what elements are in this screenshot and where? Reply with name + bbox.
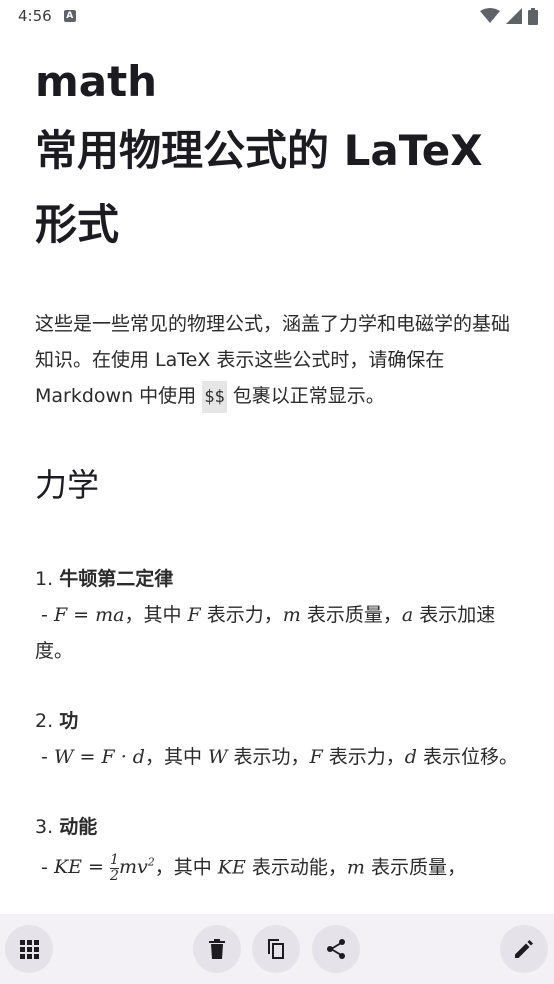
notification-a-icon: A: [63, 10, 76, 22]
copy-icon: [268, 939, 284, 959]
markdown-preview: math 常用物理公式的 LaTeX 形式 这些是一些常见的物理公式，涵盖了力学…: [35, 50, 525, 885]
formula: W = F · d: [53, 746, 145, 768]
list-item-title: 3. 动能: [35, 816, 98, 838]
inline-code: $$: [202, 381, 227, 413]
intro-paragraph: 这些是一些常见的物理公式，涵盖了力学和电磁学的基础知识。在使用 LaTeX 表示…: [35, 306, 525, 415]
section-heading-mechanics: 力学: [35, 466, 100, 504]
list-item-title: 2. 功: [35, 710, 79, 732]
list-item: 2. 功 - W = F · d，其中 W 表示功，F 表示力，d 表示位移。: [35, 703, 525, 775]
doc-heading-title: 常用物理公式的 LaTeX 形式: [35, 126, 483, 249]
wifi-icon: [480, 8, 500, 23]
bottom-action-bar: [0, 914, 554, 984]
list-item-body: - W = F · d，其中 W 表示功，F 表示力，d 表示位移。: [35, 746, 519, 768]
share-button[interactable]: [312, 925, 360, 973]
doc-heading-math: math: [35, 57, 158, 106]
edit-button[interactable]: [500, 925, 548, 973]
list-item: 3. 动能 - KE = 1 2 mv2，其中 KE 表示动能，m 表示质量，: [35, 809, 525, 885]
signal-icon: [506, 8, 522, 24]
formula: KE = 1 2 mv2: [53, 851, 155, 884]
grid-icon: [20, 940, 39, 959]
status-time: 4:56: [18, 7, 52, 25]
list-item-body: - KE = 1 2 mv2，其中 KE 表示动能，m 表示质量，: [35, 851, 466, 884]
formula: F = ma: [53, 604, 125, 626]
status-bar: 4:56 A: [0, 0, 554, 32]
menu-button[interactable]: [5, 925, 53, 973]
copy-button[interactable]: [252, 925, 300, 973]
battery-icon: [528, 7, 538, 25]
list-item: 1. 牛顿第二定律 - F = ma，其中 F 表示力，m 表示质量，a 表示加…: [35, 561, 525, 669]
list-item-body: - F = ma，其中 F 表示力，m 表示质量，a 表示加速度。: [35, 604, 496, 662]
delete-button[interactable]: [193, 925, 241, 973]
pencil-icon: [515, 940, 533, 958]
list-item-title: 1. 牛顿第二定律: [35, 568, 174, 590]
trash-icon: [209, 939, 225, 959]
share-icon: [327, 939, 345, 959]
